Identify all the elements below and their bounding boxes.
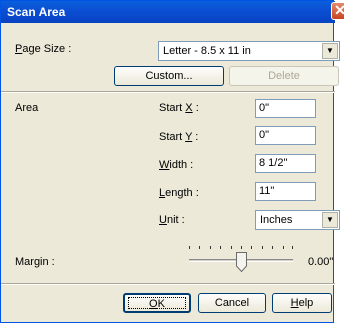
start-y-label: Start Y : — [159, 131, 199, 143]
page-size-value: Letter - 8.5 x 11 in — [163, 45, 251, 57]
chevron-down-icon[interactable]: ▼ — [322, 212, 338, 228]
start-x-field[interactable]: 0" — [255, 99, 316, 118]
start-x-label: Start X : — [159, 102, 199, 114]
help-button[interactable]: Help — [272, 293, 332, 313]
unit-dropdown[interactable]: Inches ▼ — [255, 210, 340, 230]
focus-rect — [128, 297, 186, 309]
divider — [1, 91, 335, 93]
dialog-title: Scan Area — [7, 5, 66, 19]
delete-button[interactable]: Delete — [229, 66, 339, 86]
custom-button[interactable]: Custom... — [114, 66, 224, 86]
ok-button[interactable]: OK — [123, 293, 191, 313]
title-bar: Scan Area — [1, 1, 335, 23]
cancel-button[interactable]: Cancel — [198, 293, 266, 313]
margin-value: 0.00" — [308, 256, 334, 268]
margin-slider-thumb[interactable] — [235, 252, 247, 272]
start-y-field[interactable]: 0" — [255, 126, 316, 145]
scan-area-dialog: Scan Area Page Size : Letter - 8.5 x 11 … — [0, 0, 340, 323]
close-icon[interactable]: ✕ — [331, 2, 344, 20]
length-field[interactable]: 11" — [255, 182, 316, 201]
width-field[interactable]: 8 1/2" — [255, 154, 316, 173]
area-label: Area — [15, 102, 39, 114]
length-label: Length : — [159, 187, 199, 199]
page-size-label: Page Size : — [15, 43, 72, 55]
unit-label: Unit : — [159, 214, 185, 226]
width-label: Width : — [159, 159, 194, 171]
unit-value: Inches — [260, 214, 293, 226]
page-size-dropdown[interactable]: Letter - 8.5 x 11 in ▼ — [158, 41, 340, 61]
margin-label: Margin : — [15, 256, 55, 268]
chevron-down-icon[interactable]: ▼ — [322, 43, 338, 59]
divider — [1, 283, 335, 285]
slider-ticks — [189, 246, 293, 250]
